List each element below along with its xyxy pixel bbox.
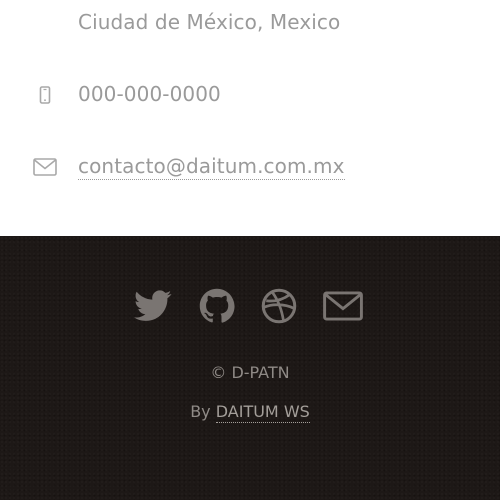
contact-section: Ciudad de México, Mexico 000-000-0000 co… xyxy=(0,0,500,236)
github-icon[interactable] xyxy=(197,286,237,326)
contact-phone-row: 000-000-0000 xyxy=(0,76,500,116)
byline: By DAITUM WS xyxy=(0,402,500,423)
site-footer: © D-PATN By DAITUM WS xyxy=(0,236,500,500)
dribbble-icon[interactable] xyxy=(259,286,299,326)
social-links xyxy=(0,286,500,326)
address-text: Ciudad de México, Mexico xyxy=(78,10,341,34)
mobile-phone-icon xyxy=(32,82,58,108)
email-link[interactable]: contacto@daitum.com.mx xyxy=(78,154,345,180)
phone-text: 000-000-0000 xyxy=(78,82,221,106)
contact-email-row: contacto@daitum.com.mx xyxy=(0,148,500,188)
twitter-icon[interactable] xyxy=(133,286,173,326)
byline-prefix: By xyxy=(190,402,211,421)
copyright-text: © D-PATN xyxy=(210,363,290,382)
envelope-icon xyxy=(32,154,58,180)
mail-icon[interactable] xyxy=(323,286,363,326)
author-link[interactable]: DAITUM WS xyxy=(215,402,310,423)
contact-address-row: Ciudad de México, Mexico xyxy=(0,4,500,44)
